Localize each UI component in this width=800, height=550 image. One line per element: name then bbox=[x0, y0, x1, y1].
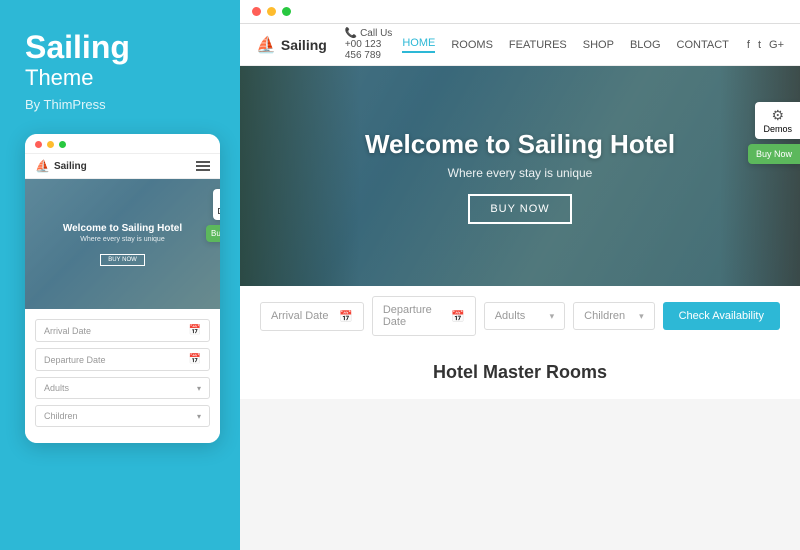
nav-link-home[interactable]: HOME bbox=[402, 37, 435, 53]
dot-green bbox=[59, 141, 66, 148]
buy-now-label: Buy Now bbox=[756, 149, 792, 159]
hamburger-icon[interactable] bbox=[196, 161, 210, 171]
mockup-nav-logo: ⛵ Sailing bbox=[35, 159, 87, 173]
brand-title: Sailing bbox=[25, 30, 220, 65]
mobile-mockup: ⛵ Sailing Welcome to Sailing Hotel Where… bbox=[25, 134, 220, 443]
site-logo-text: Sailing bbox=[281, 37, 327, 53]
demos-label: Demos bbox=[218, 207, 220, 216]
brand-subtitle: Theme bbox=[25, 65, 220, 91]
nav-link-blog[interactable]: BLOG bbox=[630, 39, 661, 51]
children-label: Children bbox=[44, 411, 78, 421]
mockup-hero-title: Welcome to Sailing Hotel bbox=[63, 223, 182, 234]
rooms-section: Hotel Master Rooms bbox=[240, 346, 800, 399]
site-demos-badge[interactable]: ⚙ Demos bbox=[755, 102, 800, 139]
hamburger-line bbox=[196, 161, 210, 163]
adults-placeholder: Adults bbox=[495, 310, 526, 322]
calendar-icon: 📅 bbox=[189, 354, 201, 365]
site-buy-badge[interactable]: Buy Now bbox=[748, 144, 800, 164]
site-nav-links: HOME ROOMS FEATURES SHOP BLOG CONTACT bbox=[402, 37, 729, 53]
nav-link-contact[interactable]: CONTACT bbox=[677, 39, 729, 51]
sail-icon: ⛵ bbox=[256, 35, 276, 55]
chrome-dot-yellow bbox=[267, 7, 276, 16]
mockup-nav-logo-text: Sailing bbox=[54, 161, 87, 172]
mockup-arrival-input[interactable]: Arrival Date 📅 bbox=[35, 319, 210, 342]
nav-link-rooms[interactable]: ROOMS bbox=[451, 39, 493, 51]
nav-link-shop[interactable]: SHOP bbox=[583, 39, 614, 51]
hero-subtitle: Where every stay is unique bbox=[365, 166, 675, 180]
sail-icon: ⛵ bbox=[35, 159, 50, 173]
rooms-title: Hotel Master Rooms bbox=[260, 362, 780, 383]
hero-buy-now-button[interactable]: BUY NOW bbox=[468, 194, 571, 224]
adults-select[interactable]: Adults ▾ bbox=[484, 302, 565, 330]
mockup-buy-now-button[interactable]: BUY NOW bbox=[100, 254, 145, 266]
phone-icon: 📞 bbox=[345, 28, 357, 39]
nav-link-features[interactable]: FEATURES bbox=[509, 39, 567, 51]
check-availability-button[interactable]: Check Availability bbox=[663, 302, 780, 330]
dot-yellow bbox=[47, 141, 54, 148]
dot-red bbox=[35, 141, 42, 148]
site-hero: Welcome to Sailing Hotel Where every sta… bbox=[240, 66, 800, 286]
buy-now-label: Buy Now bbox=[211, 229, 220, 238]
arrival-placeholder: Arrival Date bbox=[271, 310, 328, 322]
twitter-icon[interactable]: t bbox=[758, 39, 761, 51]
browser-chrome bbox=[240, 0, 800, 24]
adults-label: Adults bbox=[44, 383, 69, 393]
hero-palms-left bbox=[240, 66, 360, 286]
demos-label: Demos bbox=[763, 124, 792, 134]
booking-bar: Arrival Date 📅 Departure Date 📅 Adults ▾… bbox=[240, 286, 800, 346]
hamburger-line bbox=[196, 165, 210, 167]
site-phone: 📞 Call Us +00 123 456 789 bbox=[345, 28, 395, 61]
calendar-icon: 📅 bbox=[451, 310, 465, 323]
mockup-nav: ⛵ Sailing bbox=[25, 154, 220, 179]
chevron-down-icon: ▾ bbox=[550, 311, 555, 322]
hero-content: Welcome to Sailing Hotel Where every sta… bbox=[365, 129, 675, 224]
children-placeholder: Children bbox=[584, 310, 625, 322]
left-panel: Sailing Theme By ThimPress ⛵ Sailing Wel… bbox=[0, 0, 240, 550]
gear-icon: ⚙ bbox=[763, 107, 792, 124]
mockup-departure-input[interactable]: Departure Date 📅 bbox=[35, 348, 210, 371]
site-logo: ⛵ Sailing bbox=[256, 35, 327, 55]
mockup-hero: Welcome to Sailing Hotel Where every sta… bbox=[25, 179, 220, 309]
chrome-dot-green bbox=[282, 7, 291, 16]
chevron-down-icon: ▾ bbox=[197, 412, 201, 421]
arrival-date-input[interactable]: Arrival Date 📅 bbox=[260, 302, 364, 331]
departure-label: Departure Date bbox=[44, 355, 106, 365]
hero-title: Welcome to Sailing Hotel bbox=[365, 129, 675, 160]
brand-by: By ThimPress bbox=[25, 97, 220, 112]
mockup-demos-badge[interactable]: ⚙ Demos bbox=[213, 189, 220, 220]
chrome-dot-red bbox=[252, 7, 261, 16]
site-socials: f t G+ bbox=[747, 39, 784, 51]
calendar-icon: 📅 bbox=[189, 325, 201, 336]
mockup-adults-select[interactable]: Adults ▾ bbox=[35, 377, 210, 399]
mockup-titlebar bbox=[25, 134, 220, 154]
mockup-booking-form: Arrival Date 📅 Departure Date 📅 Adults ▾… bbox=[25, 309, 220, 443]
site-nav: ⛵ Sailing 📞 Call Us +00 123 456 789 HOME… bbox=[240, 24, 800, 66]
mockup-hero-sub: Where every stay is unique bbox=[63, 236, 182, 243]
mockup-hero-content: Welcome to Sailing Hotel Where every sta… bbox=[63, 223, 182, 266]
facebook-icon[interactable]: f bbox=[747, 39, 750, 51]
right-panel: ⛵ Sailing 📞 Call Us +00 123 456 789 HOME… bbox=[240, 0, 800, 550]
gear-icon: ⚙ bbox=[218, 193, 220, 207]
arrival-label: Arrival Date bbox=[44, 326, 91, 336]
mockup-children-select[interactable]: Children ▾ bbox=[35, 405, 210, 427]
children-select[interactable]: Children ▾ bbox=[573, 302, 654, 330]
calendar-icon: 📅 bbox=[339, 310, 353, 323]
mockup-buy-badge[interactable]: Buy Now bbox=[206, 225, 220, 242]
departure-placeholder: Departure Date bbox=[383, 304, 445, 328]
hero-palms-right bbox=[720, 66, 800, 286]
chevron-down-icon: ▾ bbox=[639, 311, 644, 322]
departure-date-input[interactable]: Departure Date 📅 bbox=[372, 296, 476, 336]
hamburger-line bbox=[196, 169, 210, 171]
chevron-down-icon: ▾ bbox=[197, 384, 201, 393]
googleplus-icon[interactable]: G+ bbox=[769, 39, 784, 51]
